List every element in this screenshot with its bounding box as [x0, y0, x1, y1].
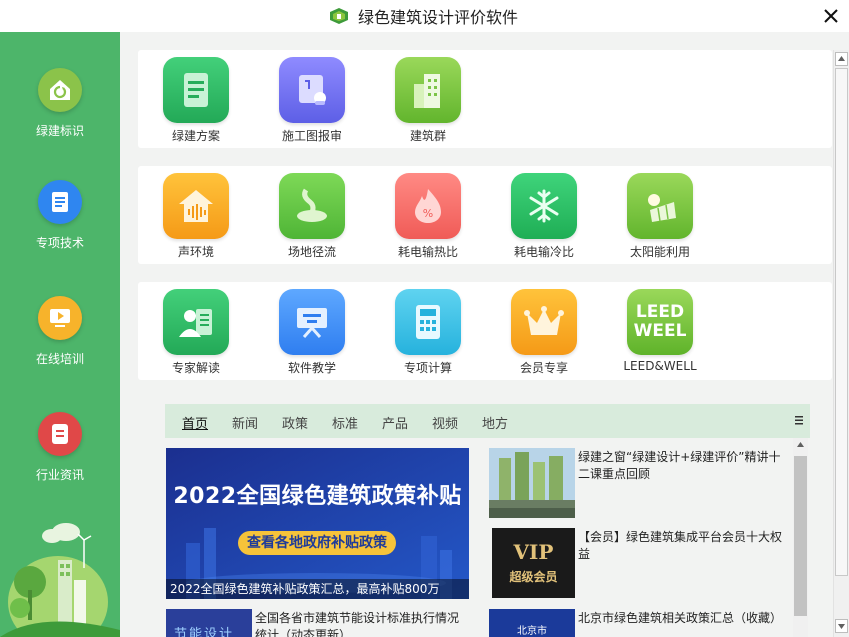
tile-label: 声环境 — [177, 245, 214, 259]
app-logo-icon — [330, 8, 348, 24]
vip-member-thumb-text: 超级会员 — [509, 570, 558, 584]
svg-text:%: % — [423, 207, 433, 220]
tile-label: 耗电输冷比 — [513, 245, 574, 259]
tile-expert-interpretation[interactable]: 专家解读 — [151, 289, 241, 376]
vip-thumb-text: VIP — [513, 540, 554, 564]
blueprint-review-icon — [279, 57, 345, 123]
close-icon[interactable] — [821, 6, 841, 26]
tile-label: LEED&WELL — [623, 359, 697, 373]
sidebar-item-online-training[interactable]: 在线培训 — [0, 296, 120, 386]
tile-label: 专项计算 — [403, 361, 452, 375]
tab-news[interactable]: 新闻 — [232, 413, 258, 432]
crown-icon — [511, 289, 577, 355]
sidebar: 绿建标识 专项技术 在线培训 行业资讯 — [0, 32, 120, 637]
sidebar-item-special-tech[interactable]: 专项技术 — [0, 180, 120, 270]
page-scroll-down-button[interactable] — [835, 619, 848, 633]
flame-percent-icon: % — [395, 173, 461, 239]
news-tab-bar: 首页 新闻 政策 标准 产品 视频 地方 — [165, 404, 810, 438]
news-item-title[interactable]: 全国各省市建筑节能设计标准执行情况统计（动态更新） — [255, 610, 465, 637]
sidebar-item-industry-news[interactable]: 行业资讯 — [0, 412, 120, 502]
banner-background — [166, 448, 469, 599]
tile-label: 耗电输热比 — [397, 245, 458, 259]
news-scrollbar-thumb[interactable] — [794, 456, 807, 616]
tile-sound-environment[interactable]: 声环境 — [151, 173, 241, 260]
title-wrap: 绿色建筑设计评价软件 — [330, 5, 518, 27]
snowflake-icon — [511, 173, 577, 239]
expert-icon — [163, 289, 229, 355]
page-scrollbar[interactable] — [833, 50, 849, 637]
tile-label: 绿建方案 — [171, 129, 220, 143]
sidebar-item-label: 绿建标识 — [35, 124, 84, 138]
news-icon — [38, 412, 82, 456]
tile-leed-well[interactable]: LEED WEEL LEED&WELL — [615, 289, 705, 373]
tile-construction-review[interactable]: 施工图报审 — [267, 57, 357, 144]
tile-green-plan[interactable]: 绿建方案 — [151, 57, 241, 144]
window-title: 绿色建筑设计评价软件 — [358, 8, 519, 27]
panel-green-design: 绿建方案 施工图报审 建筑群 — [138, 50, 832, 148]
leed-icon-text: LEED — [635, 302, 685, 322]
news-thumb-green-city[interactable] — [489, 448, 575, 518]
beijing-thumb-text: 北京市 — [517, 626, 547, 637]
panel-learning: 专家解读 软件教学 专项计算 会员专享 LEED WEEL LEED&WELL — [138, 282, 832, 380]
leed-well-icon: LEED WEEL — [627, 289, 693, 355]
tab-product[interactable]: 产品 — [382, 413, 408, 432]
sidebar-item-label: 专项技术 — [35, 236, 84, 250]
calculator-icon — [395, 289, 461, 355]
banner-headline: 2022全国绿色建筑政策补贴 — [173, 484, 462, 509]
page-scroll-up-button[interactable] — [835, 52, 848, 66]
scroll-up-arrow-icon[interactable] — [796, 441, 805, 449]
news-banner[interactable]: 2022全国绿色建筑政策补贴 查看各地政府补贴政策 2022全国绿色建筑补贴政策… — [166, 448, 469, 599]
tile-label: 软件教学 — [287, 361, 336, 375]
sidebar-item-label: 在线培训 — [35, 352, 84, 366]
panel-special-calc: 声环境 场地径流 % 耗电输热比 耗电输冷比 太阳能利用 — [138, 166, 832, 264]
building-group-icon — [395, 57, 461, 123]
tile-label: 施工图报审 — [281, 129, 342, 143]
plan-document-icon — [163, 57, 229, 123]
tab-standard[interactable]: 标准 — [332, 413, 358, 432]
news-thumb-energy-design[interactable]: 节能设计 — [166, 609, 252, 637]
tile-building-group[interactable]: 建筑群 — [383, 57, 473, 144]
page-scrollbar-thumb[interactable] — [835, 68, 848, 576]
teaching-screen-icon — [279, 289, 345, 355]
title-bar: 绿色建筑设计评价软件 — [0, 0, 849, 32]
news-item-title[interactable]: 【会员】绿色建筑集成平台会员十大权益 — [578, 529, 788, 563]
banner-caption: 2022全国绿色建筑补贴政策汇总，最高补贴800万 — [166, 579, 469, 599]
sound-environment-icon — [163, 173, 229, 239]
energy-design-thumb-text: 节能设计 — [174, 627, 235, 637]
scroll-down-arrow-icon — [838, 624, 845, 629]
document-icon — [38, 180, 82, 224]
news-item-title[interactable]: 北京市绿色建筑相关政策汇总（收藏） — [578, 610, 788, 627]
video-play-icon — [38, 296, 82, 340]
tab-local[interactable]: 地方 — [482, 413, 508, 432]
tile-solar-energy[interactable]: 太阳能利用 — [615, 173, 705, 260]
tile-special-calculation[interactable]: 专项计算 — [383, 289, 473, 376]
tile-member-exclusive[interactable]: 会员专享 — [499, 289, 589, 376]
tab-video[interactable]: 视频 — [432, 413, 458, 432]
site-runoff-icon — [279, 173, 345, 239]
solar-panel-icon — [627, 173, 693, 239]
banner-policy-button[interactable]: 查看各地政府补贴政策 — [238, 531, 396, 555]
tab-home[interactable]: 首页 — [182, 413, 208, 432]
tile-label: 场地径流 — [287, 245, 336, 259]
green-building-label-icon — [38, 68, 82, 112]
scroll-up-arrow-icon — [838, 56, 845, 61]
tile-label: 建筑群 — [409, 129, 446, 143]
tile-cold-transfer-ratio[interactable]: 耗电输冷比 — [499, 173, 589, 260]
tile-heat-transfer-ratio[interactable]: % 耗电输热比 — [383, 173, 473, 260]
green-city-illustration — [0, 523, 120, 637]
news-item-title[interactable]: 绿建之窗“绿建设计+绿建评价”精讲十二课重点回顾 — [578, 449, 788, 483]
tile-site-runoff[interactable]: 场地径流 — [267, 173, 357, 260]
sidebar-item-green-label[interactable]: 绿建标识 — [0, 68, 120, 158]
news-scrollbar[interactable] — [793, 438, 808, 637]
news-thumb-vip[interactable]: VIP 超级会员 — [492, 528, 575, 598]
menu-icon[interactable] — [794, 414, 804, 426]
tile-label: 专家解读 — [171, 361, 220, 375]
tile-label: 会员专享 — [519, 361, 568, 375]
tile-software-teaching[interactable]: 软件教学 — [267, 289, 357, 376]
weel-icon-text: WEEL — [633, 321, 687, 341]
tile-label: 太阳能利用 — [629, 245, 690, 259]
tab-policy[interactable]: 政策 — [282, 413, 308, 432]
sidebar-item-label: 行业资讯 — [35, 468, 84, 482]
news-thumb-beijing[interactable]: 北京市 — [489, 609, 575, 637]
